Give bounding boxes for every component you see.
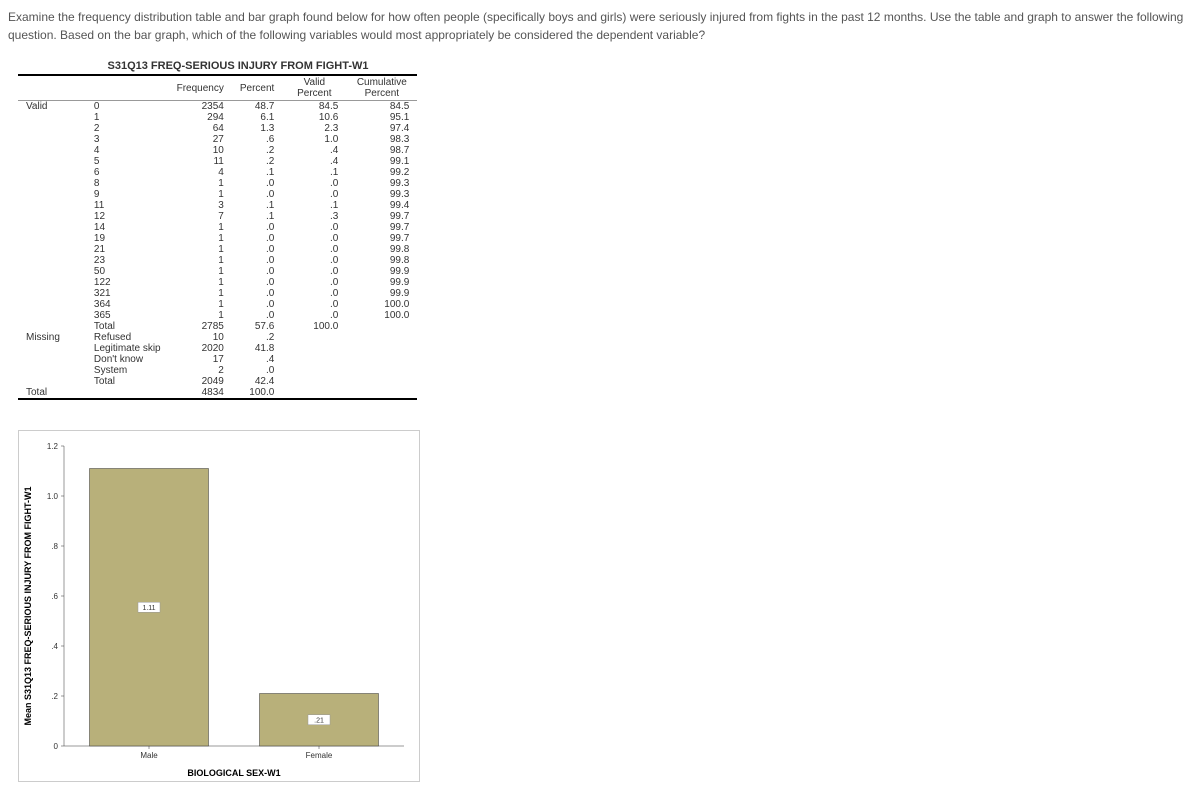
question-text: Examine the frequency distribution table… xyxy=(8,8,1192,44)
table-row: 81.0.099.3 xyxy=(18,178,417,189)
y-axis-label: Mean S31Q13 FREQ-SERIOUS INJURY FROM FIG… xyxy=(23,486,33,725)
svg-text:Male: Male xyxy=(140,751,158,760)
table-row: 141.0.099.7 xyxy=(18,222,417,233)
svg-text:.21: .21 xyxy=(314,717,324,724)
table-row: 3651.0.0100.0 xyxy=(18,310,417,321)
table-row: 501.0.099.9 xyxy=(18,266,417,277)
table-row: System2.0 xyxy=(18,365,417,376)
th-vpct: Valid Percent xyxy=(282,75,346,101)
table-row: 231.0.099.8 xyxy=(18,255,417,266)
th-cpct: Cumulative Percent xyxy=(346,75,417,101)
table-row: 211.0.099.8 xyxy=(18,244,417,255)
table-row: 327.61.098.3 xyxy=(18,134,417,145)
x-axis-label: BIOLOGICAL SEX-W1 xyxy=(187,768,280,778)
table-row: Total204942.4 xyxy=(18,376,417,387)
table-row: Total4834100.0 xyxy=(18,387,417,399)
table-row: 12946.110.695.1 xyxy=(18,112,417,123)
table-row: Legitimate skip202041.8 xyxy=(18,343,417,354)
svg-text:1.0: 1.0 xyxy=(47,492,59,501)
table-row: 64.1.199.2 xyxy=(18,167,417,178)
table-row: Valid0235448.784.584.5 xyxy=(18,101,417,113)
table-row: 91.0.099.3 xyxy=(18,189,417,200)
table-row: 1221.0.099.9 xyxy=(18,277,417,288)
svg-text:0: 0 xyxy=(54,742,59,751)
table-row: MissingRefused10.2 xyxy=(18,332,417,343)
svg-text:.2: .2 xyxy=(51,692,58,701)
svg-text:1.2: 1.2 xyxy=(47,442,59,451)
table-row: 511.2.499.1 xyxy=(18,156,417,167)
svg-text:.4: .4 xyxy=(51,642,58,651)
table-row: 410.2.498.7 xyxy=(18,145,417,156)
table-row: 113.1.199.4 xyxy=(18,200,417,211)
svg-text:.8: .8 xyxy=(51,542,58,551)
svg-text:1.11: 1.11 xyxy=(142,605,155,612)
table-row: 191.0.099.7 xyxy=(18,233,417,244)
table-row: 3211.0.099.9 xyxy=(18,288,417,299)
table-row: 3641.0.0100.0 xyxy=(18,299,417,310)
svg-text:Female: Female xyxy=(306,751,333,760)
th-freq: Frequency xyxy=(169,75,232,101)
table-row: Don't know17.4 xyxy=(18,354,417,365)
table-row: 127.1.399.7 xyxy=(18,211,417,222)
bar-chart: Mean S31Q13 FREQ-SERIOUS INJURY FROM FIG… xyxy=(18,430,420,782)
table-title: S31Q13 FREQ-SERIOUS INJURY FROM FIGHT-W1 xyxy=(58,60,418,72)
table-row: Total278557.6100.0 xyxy=(18,321,417,332)
table-row: 2641.32.397.4 xyxy=(18,123,417,134)
frequency-table: Frequency Percent Valid Percent Cumulati… xyxy=(18,74,417,400)
svg-text:.6: .6 xyxy=(51,592,58,601)
th-pct: Percent xyxy=(232,75,282,101)
